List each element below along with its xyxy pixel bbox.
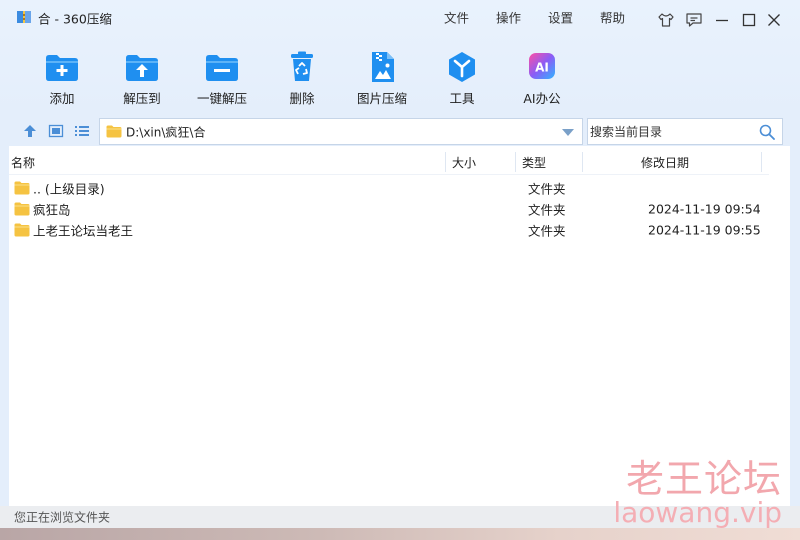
image-compress-button[interactable]: 图片压缩 xyxy=(347,44,417,106)
watermark-en: laowang.vip xyxy=(613,496,782,529)
column-header-modified[interactable]: 修改日期 xyxy=(641,154,689,172)
add-label: 添加 xyxy=(49,91,75,106)
list-item[interactable]: 上老王论坛当老王 文件夹 2024-11-19 09:55 xyxy=(9,220,790,241)
file-name: 疯狂岛 xyxy=(33,202,71,218)
list-view-icon[interactable] xyxy=(74,123,90,139)
ai-office-icon: AI xyxy=(529,53,555,79)
right-border xyxy=(790,146,800,506)
path-field[interactable]: D:\xin\疯狂\合 xyxy=(99,118,583,145)
column-header-type[interactable]: 类型 xyxy=(522,154,546,172)
column-header-name[interactable]: 名称 xyxy=(11,154,35,172)
watermark: 老王论坛 laowang.vip xyxy=(602,448,782,532)
file-modified: 2024-11-19 09:54 xyxy=(648,201,761,217)
column-separator[interactable] xyxy=(445,152,446,172)
column-separator[interactable] xyxy=(761,152,762,172)
skin-shirt-icon[interactable] xyxy=(656,10,676,30)
ai-office-label: AI办公 xyxy=(523,91,561,106)
tools-icon xyxy=(449,52,475,82)
one-click-extract-icon xyxy=(206,55,238,81)
maximize-icon[interactable] xyxy=(739,10,759,30)
search-field[interactable] xyxy=(587,118,783,145)
minimize-icon[interactable] xyxy=(712,10,732,30)
top-chrome: 合 - 360压缩 文件 操作 设置 帮助 添加 解压到 一键解压 删除 图片压… xyxy=(0,0,800,116)
list-item[interactable]: 疯狂岛 文件夹 2024-11-19 09:54 xyxy=(9,199,790,220)
header-divider xyxy=(9,174,769,175)
file-type: 文件夹 xyxy=(528,181,566,197)
menu-settings[interactable]: 设置 xyxy=(548,8,573,27)
one-click-extract-label: 一键解压 xyxy=(196,91,247,106)
column-header-size[interactable]: 大小 xyxy=(452,154,476,172)
file-modified: 2024-11-19 09:55 xyxy=(648,222,761,238)
window-title: 合 - 360压缩 xyxy=(38,11,112,27)
folder-add-icon xyxy=(46,55,78,81)
address-bar-row: D:\xin\疯狂\合 xyxy=(0,116,800,146)
app-logo-icon xyxy=(17,11,31,23)
titlebar: 合 - 360压缩 文件 操作 设置 帮助 xyxy=(0,0,800,32)
extract-to-label: 解压到 xyxy=(123,91,161,106)
close-icon[interactable] xyxy=(764,10,784,30)
delete-button[interactable]: 删除 xyxy=(267,44,337,106)
svg-text:AI: AI xyxy=(535,61,549,75)
left-border xyxy=(0,146,9,506)
image-compress-label: 图片压缩 xyxy=(356,91,407,106)
search-input[interactable] xyxy=(590,122,750,141)
tools-button[interactable]: 工具 xyxy=(427,44,497,106)
extract-to-button[interactable]: 解压到 xyxy=(107,44,177,106)
folder-icon xyxy=(106,125,122,138)
column-separator[interactable] xyxy=(515,152,516,172)
folder-icon xyxy=(14,223,30,237)
image-compress-icon xyxy=(372,52,394,82)
feedback-icon[interactable] xyxy=(684,10,704,30)
folder-icon xyxy=(14,181,30,195)
add-button[interactable]: 添加 xyxy=(27,44,97,106)
status-text: 您正在浏览文件夹 xyxy=(14,510,111,525)
path-dropdown-icon[interactable] xyxy=(562,129,574,136)
thumbnail-view-icon[interactable] xyxy=(48,123,64,139)
tools-label: 工具 xyxy=(449,91,475,106)
column-separator[interactable] xyxy=(582,152,583,172)
folder-extract-icon xyxy=(126,55,158,81)
app-window: 合 - 360压缩 文件 操作 设置 帮助 添加 解压到 一键解压 删除 图片压… xyxy=(0,0,800,540)
ai-office-button[interactable]: AI AI办公 xyxy=(507,44,577,106)
file-type: 文件夹 xyxy=(528,223,566,239)
search-icon[interactable] xyxy=(759,124,775,140)
list-item[interactable]: .. (上级目录) 文件夹 xyxy=(9,178,790,199)
file-name: 上老王论坛当老王 xyxy=(33,223,134,239)
file-type: 文件夹 xyxy=(528,202,566,218)
menu-help[interactable]: 帮助 xyxy=(600,8,625,27)
menu-file[interactable]: 文件 xyxy=(444,8,469,27)
up-level-icon[interactable] xyxy=(22,123,38,139)
file-name: .. (上级目录) xyxy=(33,181,105,197)
one-click-extract-button[interactable]: 一键解压 xyxy=(187,44,257,106)
recycle-bin-icon xyxy=(291,51,313,81)
folder-icon xyxy=(14,202,30,216)
delete-label: 删除 xyxy=(289,91,315,106)
watermark-cn: 老王论坛 xyxy=(625,457,782,501)
menu-operate[interactable]: 操作 xyxy=(496,8,521,27)
path-text: D:\xin\疯狂\合 xyxy=(126,125,206,140)
